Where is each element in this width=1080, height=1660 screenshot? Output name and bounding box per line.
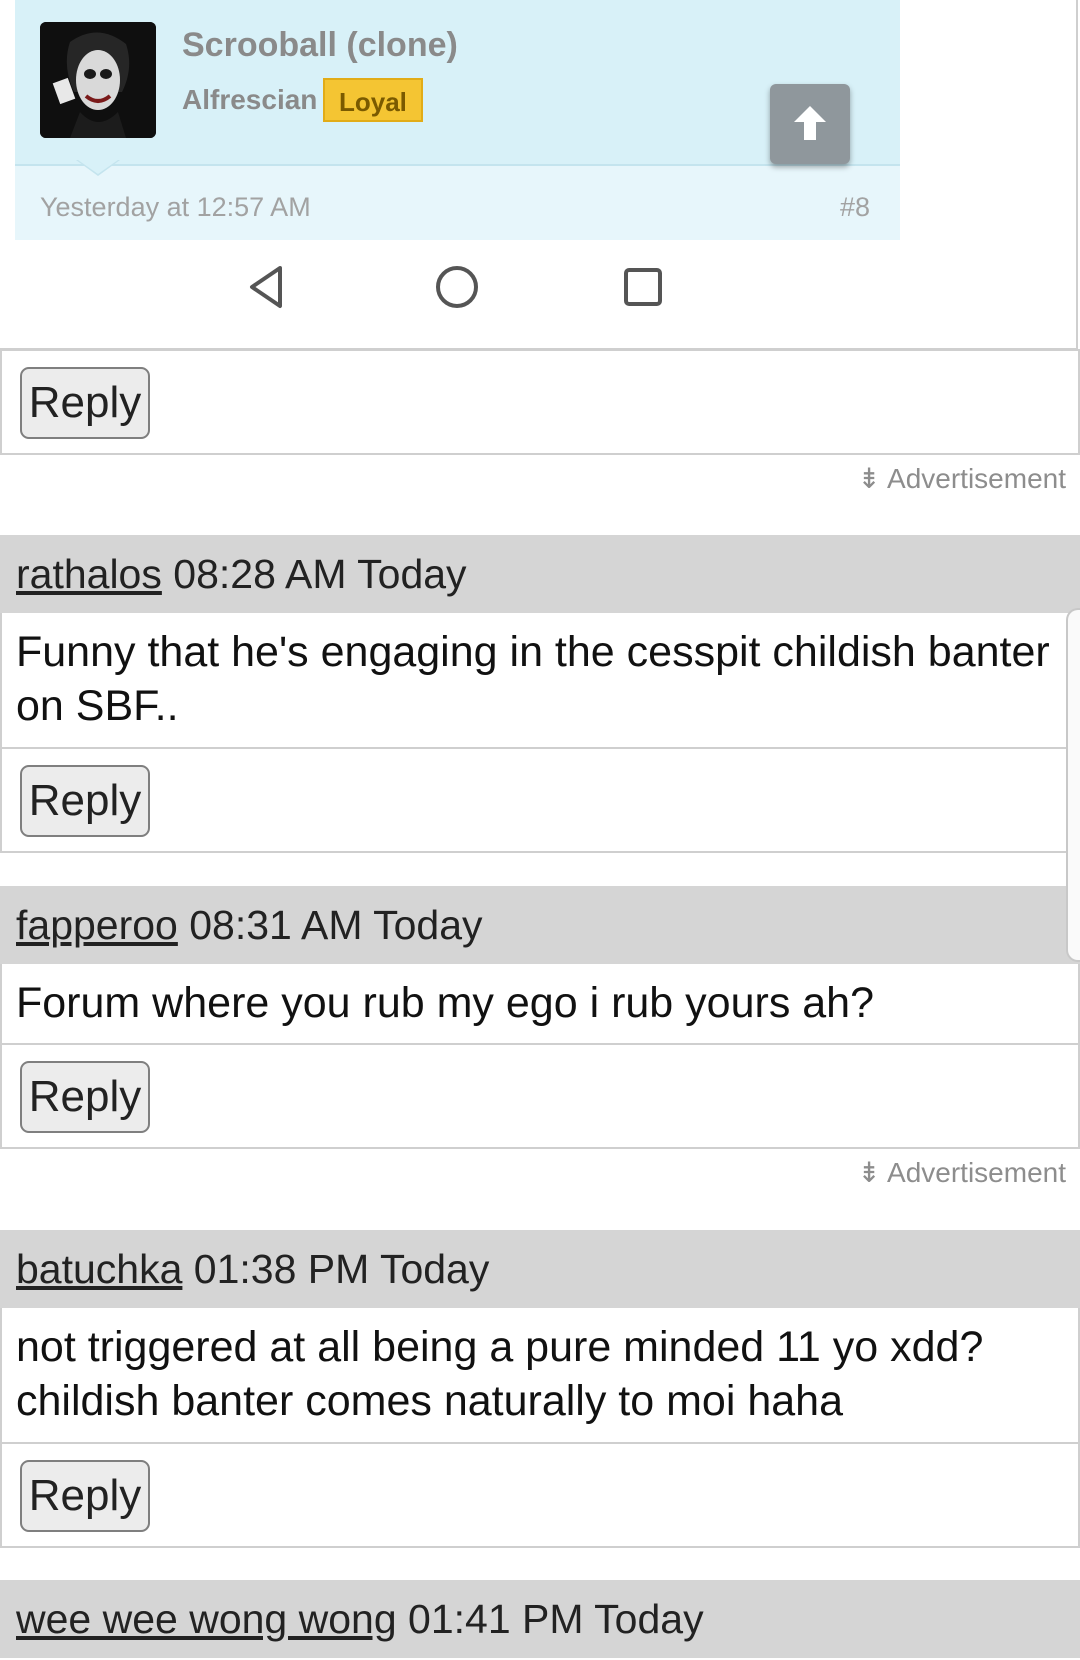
reply-bar: Reply <box>0 349 1080 455</box>
comment-header: wee wee wong wong 01:41 PM Today <box>0 1580 1080 1658</box>
comment-header: batuchka 01:38 PM Today <box>0 1230 1080 1308</box>
expand-ad-icon[interactable]: ⇟ <box>857 1157 880 1188</box>
scroll-to-top-button <box>770 84 850 164</box>
advertisement-label: ⇟ Advertisement <box>857 463 1066 494</box>
reply-bar: Reply <box>0 1043 1080 1149</box>
avatar <box>40 22 156 138</box>
home-nav-icon <box>436 266 478 308</box>
comment-timestamp: 08:28 AM Today <box>161 551 467 597</box>
scrollbar-handle[interactable] <box>1066 608 1080 962</box>
comment-timestamp: 08:31 AM Today <box>177 902 483 948</box>
comment-header: fapperoo 08:31 AM Today <box>0 886 1080 964</box>
reply-button[interactable]: Reply <box>20 367 150 439</box>
comment-timestamp: 01:38 PM Today <box>182 1246 490 1292</box>
comment-timestamp: 01:41 PM Today <box>396 1596 704 1642</box>
comment-username-link[interactable]: wee wee wong wong <box>16 1596 397 1642</box>
comment-body: Forum where you rub my ego i rub yours a… <box>0 964 1080 1044</box>
reply-button[interactable]: Reply <box>20 1061 150 1133</box>
back-nav-icon <box>250 266 282 308</box>
comment-username-link[interactable]: batuchka <box>16 1246 182 1292</box>
comment-username-link[interactable]: fapperoo <box>16 902 178 948</box>
loyal-badge: Loyal <box>323 78 423 122</box>
recents-nav-icon <box>624 268 662 306</box>
reply-button[interactable]: Reply <box>20 765 150 837</box>
reply-bar: Reply <box>0 1442 1080 1548</box>
reply-button[interactable]: Reply <box>20 1460 150 1532</box>
embedded-post-number: #8 <box>840 192 871 222</box>
advertisement-label: ⇟ Advertisement <box>857 1157 1066 1188</box>
comment-body: not triggered at all being a pure minded… <box>0 1308 1080 1443</box>
reply-bar: Reply <box>0 747 1080 853</box>
comment-header: rathalos 08:28 AM Today <box>0 535 1080 613</box>
embedded-user-role: Alfrescian <box>182 84 318 115</box>
expand-ad-icon[interactable]: ⇟ <box>857 463 880 494</box>
comment-body: Funny that he's engaging in the cesspit … <box>0 613 1080 748</box>
arrow-up-icon <box>794 106 826 140</box>
embedded-timestamp: Yesterday at 12:57 AM <box>40 192 311 222</box>
embedded-username: Scrooball (clone) <box>182 26 458 64</box>
comment-username-link[interactable]: rathalos <box>16 551 162 597</box>
